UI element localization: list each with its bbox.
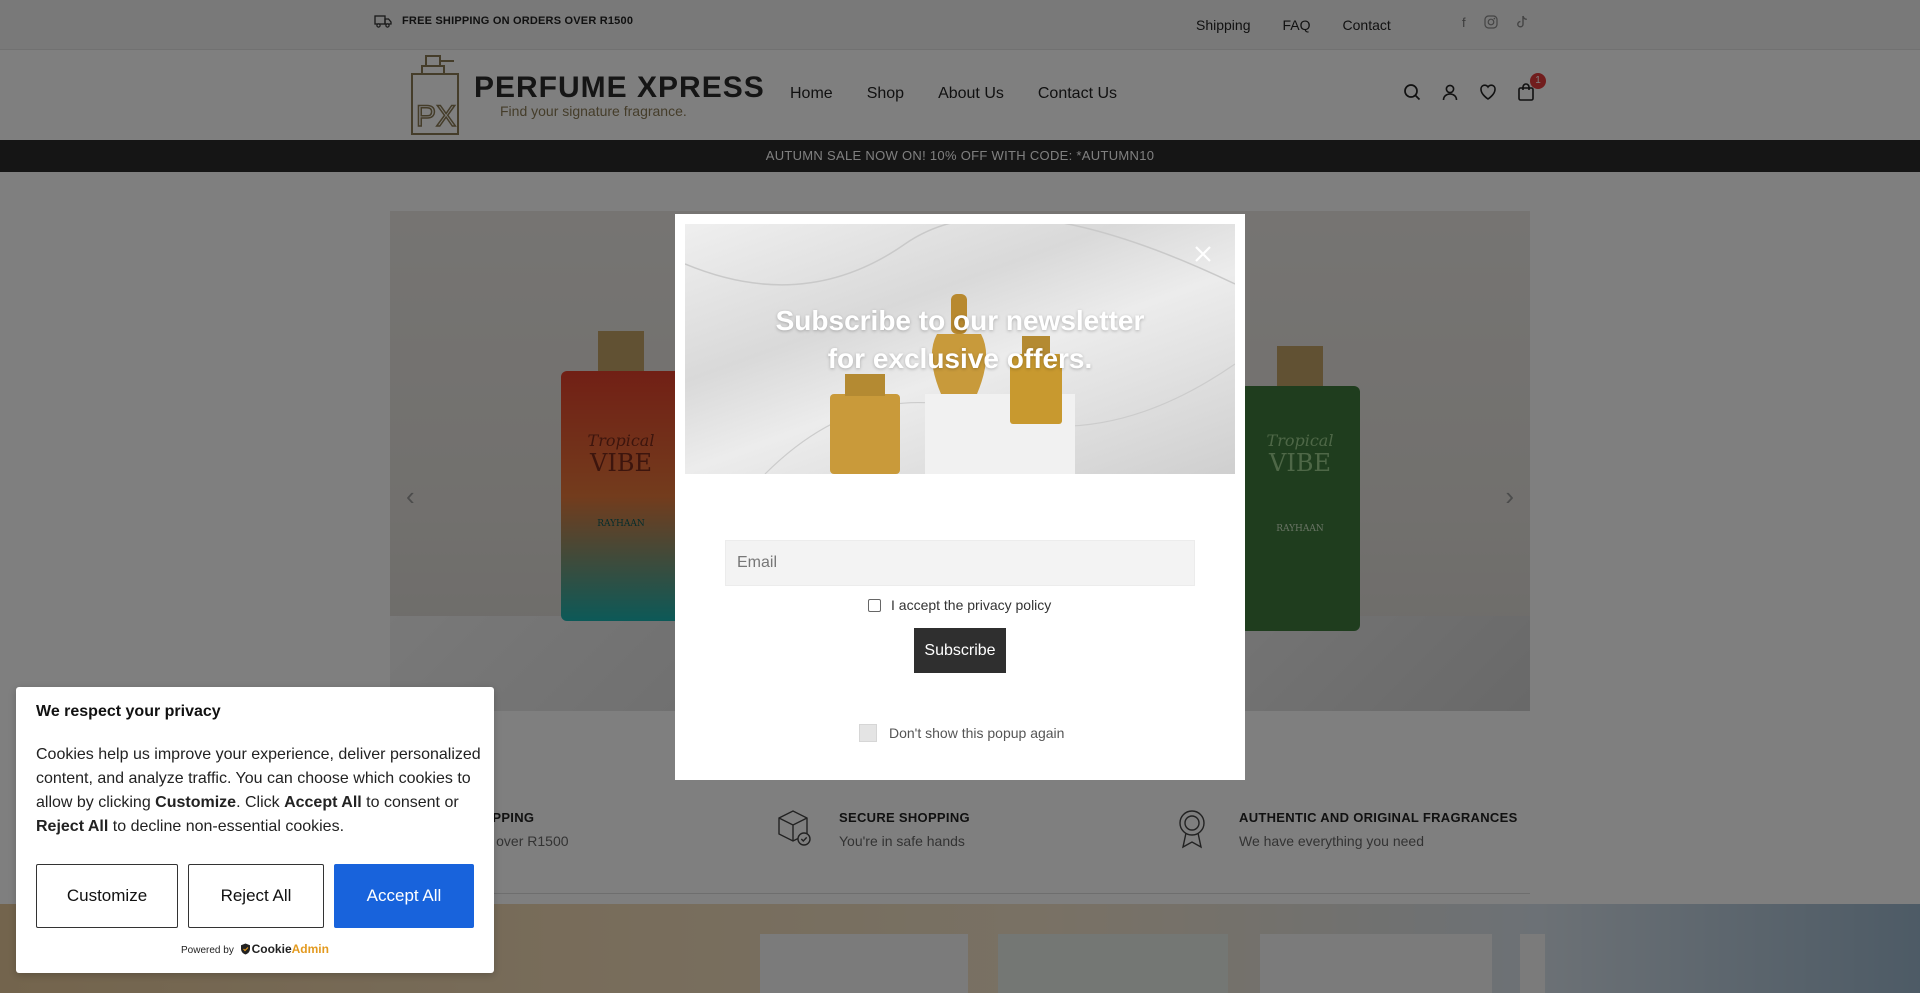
cookie-text-customize: Customize — [155, 794, 237, 811]
cookie-description: Cookies help us improve your experience,… — [36, 743, 481, 839]
cookie-text-3: to consent or — [361, 794, 459, 811]
powered-brand-admin: Admin — [291, 942, 329, 956]
newsletter-heading-line2: for exclusive offers. — [827, 343, 1093, 374]
dont-show-again-row: Don't show this popup again — [859, 724, 1064, 742]
cookie-accept-all-button[interactable]: Accept All — [334, 864, 474, 928]
cookie-reject-all-button[interactable]: Reject All — [188, 864, 324, 928]
newsletter-heading: Subscribe to our newsletter for exclusiv… — [685, 302, 1235, 378]
newsletter-heading-line1: Subscribe to our newsletter — [775, 305, 1145, 336]
powered-brand-cookie: Cookie — [251, 942, 292, 956]
newsletter-email-input[interactable] — [725, 540, 1195, 586]
newsletter-popup: Subscribe to our newsletter for exclusiv… — [675, 214, 1245, 780]
cookie-text-reject: Reject All — [36, 818, 109, 835]
subscribe-button[interactable]: Subscribe — [914, 628, 1006, 673]
cookie-consent-banner: We respect your privacy Cookies help us … — [16, 687, 494, 973]
close-icon[interactable] — [1191, 242, 1215, 266]
cookie-text-4: to decline non-essential cookies. — [108, 818, 345, 835]
privacy-policy-checkbox[interactable] — [868, 598, 881, 612]
powered-by-cookieadmin[interactable]: Powered by CookieAdmin — [16, 942, 494, 956]
cookieadmin-shield-icon — [240, 943, 250, 955]
cookie-title: We respect your privacy — [36, 703, 221, 720]
newsletter-hero-image: Subscribe to our newsletter for exclusiv… — [685, 224, 1235, 474]
dont-show-again-checkbox[interactable] — [859, 724, 877, 742]
privacy-policy-row: I accept the privacy policy — [868, 597, 1051, 613]
dont-show-again-label: Don't show this popup again — [889, 725, 1065, 741]
cookie-text-2: . Click — [236, 794, 285, 811]
cookie-text-accept: Accept All — [284, 794, 362, 811]
powered-by-label: Powered by — [181, 945, 234, 956]
cookie-customize-button[interactable]: Customize — [36, 864, 178, 928]
privacy-policy-label: I accept the privacy policy — [891, 597, 1052, 613]
